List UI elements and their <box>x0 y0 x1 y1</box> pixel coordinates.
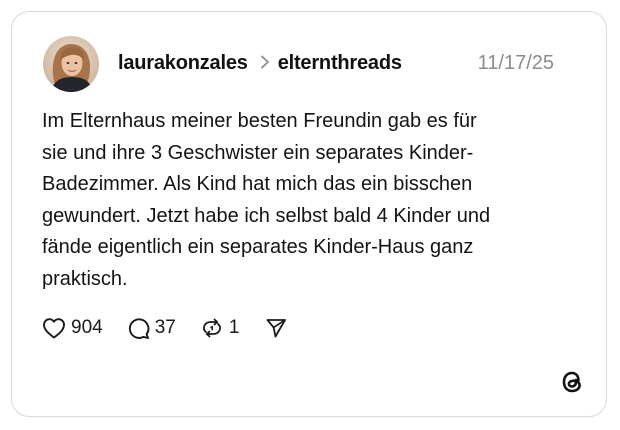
post-text-line: praktisch. <box>42 267 128 290</box>
avatar[interactable] <box>43 36 99 92</box>
post-text-line: Im Elternhaus meiner besten Freundin gab… <box>42 110 477 132</box>
action-bar: 904 37 1 <box>42 315 287 341</box>
post-text-line: fände eigentlich ein separates Kinder-Ha… <box>42 236 474 258</box>
repost-button[interactable]: 1 <box>200 316 240 340</box>
post-text-line: sie und ihre 3 Geschwister ein separates… <box>42 141 474 164</box>
like-count: 904 <box>71 317 103 338</box>
reply-count: 37 <box>154 317 176 338</box>
comment-bubble-icon <box>127 317 150 340</box>
repost-icon <box>200 316 224 340</box>
post-text: Im Elternhaus meiner besten Freundin gab… <box>42 106 572 295</box>
threads-logo-icon[interactable] <box>559 367 585 397</box>
post-text-line: gewundert. Jetzt habe ich selbst bald 4 … <box>42 204 491 227</box>
post-header: laurakonzales elternthreads <box>118 50 402 76</box>
post-date: 11/17/25 <box>477 52 554 74</box>
reply-button[interactable]: 37 <box>127 317 176 340</box>
heart-icon <box>42 317 66 339</box>
community-name[interactable]: elternthreads <box>278 52 402 75</box>
share-button[interactable] <box>265 317 287 339</box>
send-icon <box>265 317 287 339</box>
post-text-line: Badezimmer. Als Kind hat mich das ein bi… <box>42 173 473 195</box>
repost-count: 1 <box>228 317 240 338</box>
author-name[interactable]: laurakonzales <box>118 52 248 75</box>
chevron-right-icon <box>260 52 270 75</box>
like-button[interactable]: 904 <box>42 317 103 339</box>
post-card: laurakonzales elternthreads 11/17/25 Im … <box>11 11 607 417</box>
